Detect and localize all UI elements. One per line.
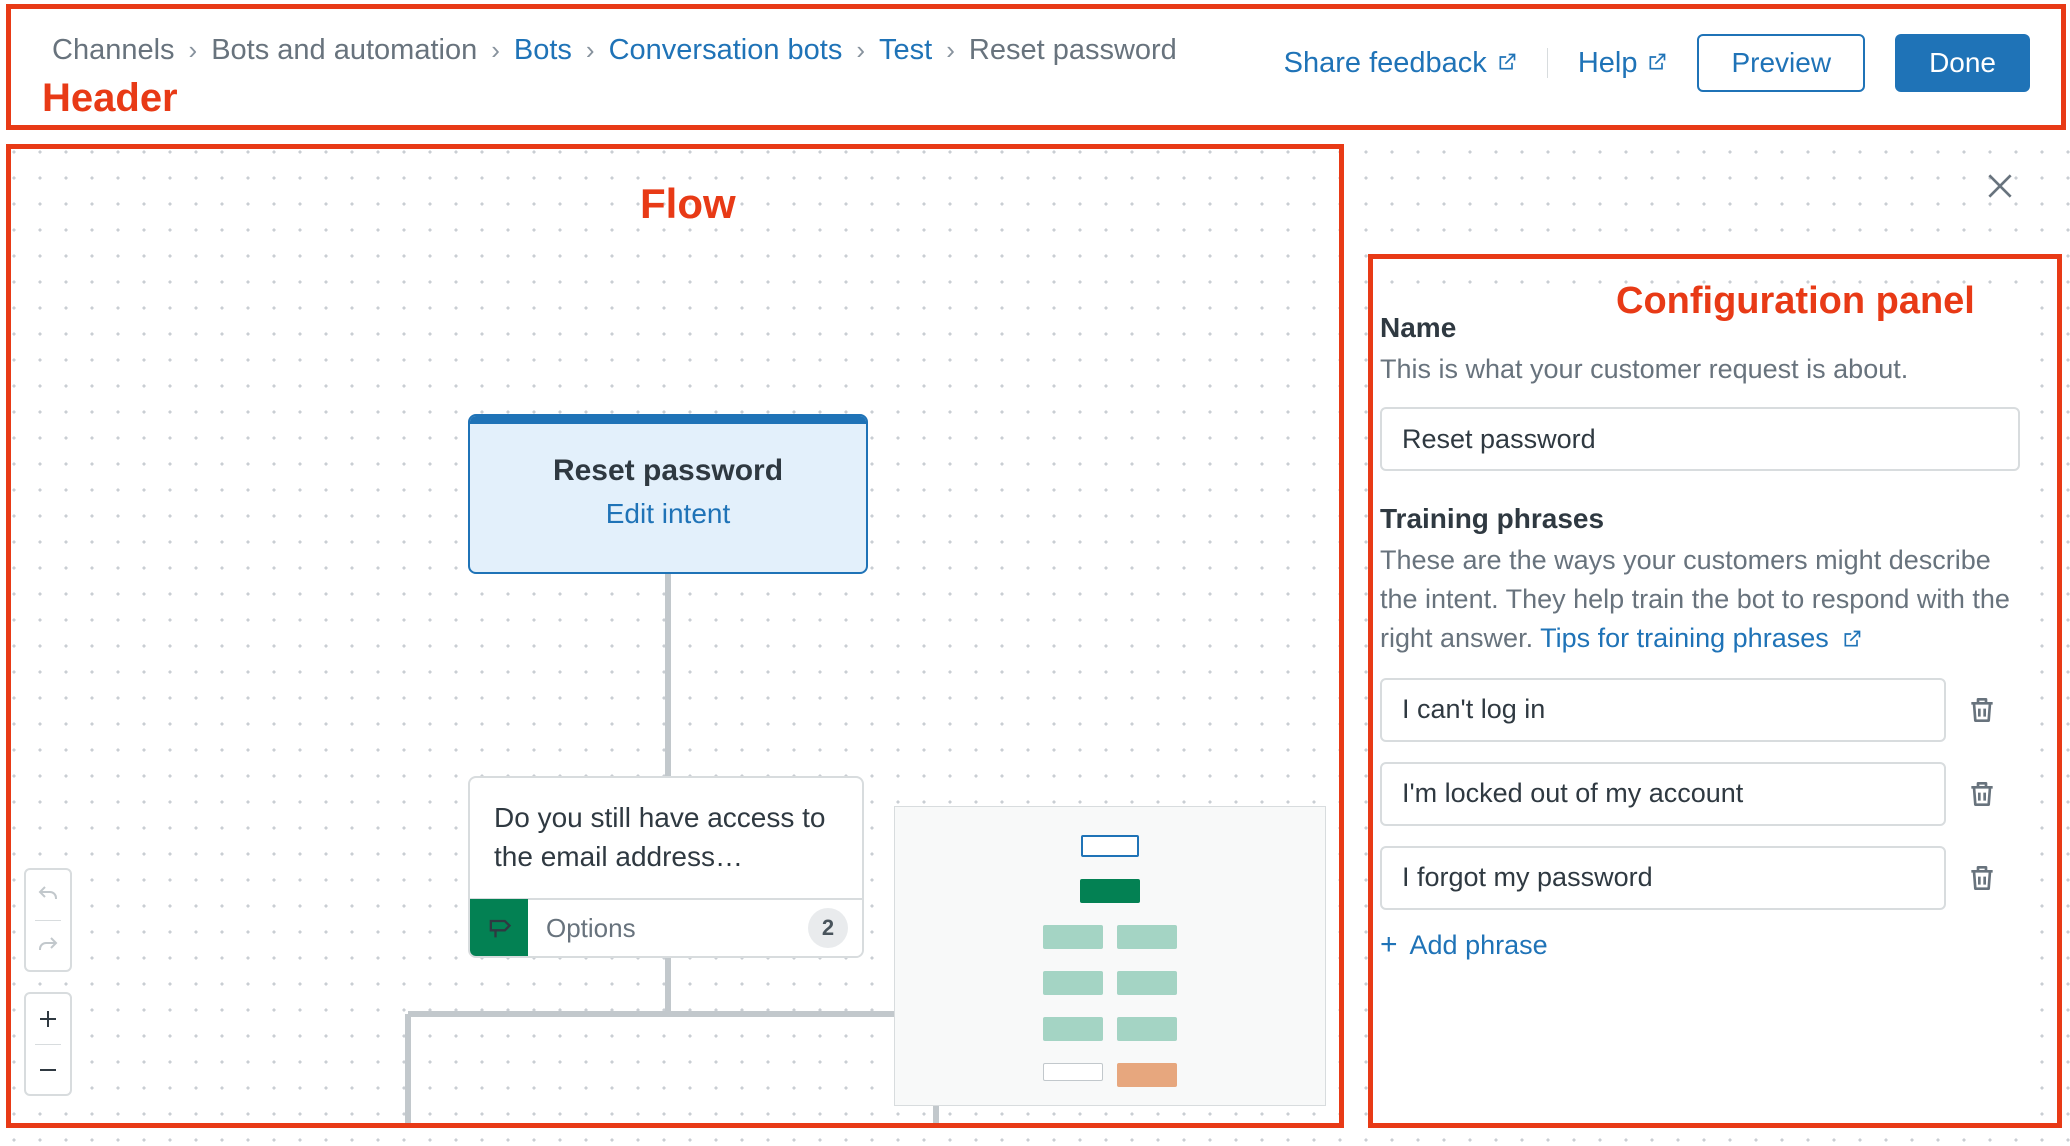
help-link[interactable]: Help xyxy=(1578,47,1668,80)
minimap-node xyxy=(1117,971,1177,995)
undo-icon xyxy=(36,883,60,907)
header: Channels › Bots and automation › Bots › … xyxy=(0,0,2070,130)
zoom-in-button[interactable] xyxy=(26,994,70,1044)
training-tips-label: Tips for training phrases xyxy=(1540,623,1829,653)
minimap-node xyxy=(1080,879,1140,903)
breadcrumb-test[interactable]: Test xyxy=(879,34,932,67)
minus-icon xyxy=(36,1058,60,1082)
signpost-icon xyxy=(470,899,528,957)
redo-button[interactable] xyxy=(26,921,70,971)
external-link-icon xyxy=(1842,621,1862,660)
breadcrumb-bots-automation: Bots and automation xyxy=(211,34,477,67)
breadcrumb-channels: Channels xyxy=(52,34,175,67)
trash-icon xyxy=(1966,694,1998,726)
delete-phrase-button[interactable] xyxy=(1966,778,1998,810)
minimap-node xyxy=(1043,925,1103,949)
zoom-toolbox xyxy=(24,992,72,1096)
intent-node[interactable]: Reset password Edit intent xyxy=(468,414,868,574)
share-feedback-link[interactable]: Share feedback xyxy=(1284,47,1517,80)
delete-phrase-button[interactable] xyxy=(1966,694,1998,726)
message-text: Do you still have access to the email ad… xyxy=(470,778,862,898)
options-label: Options xyxy=(528,913,808,944)
minimap-node xyxy=(1043,1063,1103,1081)
chevron-right-icon: › xyxy=(189,35,198,66)
undo-redo-toolbox xyxy=(24,868,72,972)
minimap[interactable] xyxy=(894,806,1326,1106)
config-panel: Name This is what your customer request … xyxy=(1370,290,2038,1136)
minimap-node xyxy=(1081,835,1139,857)
training-description: These are the ways your customers might … xyxy=(1380,541,2028,660)
minimap-node xyxy=(1043,971,1103,995)
training-tips-link[interactable]: Tips for training phrases xyxy=(1540,623,1862,653)
training-phrase-row xyxy=(1380,846,2028,910)
redo-icon xyxy=(36,934,60,958)
intent-name-input[interactable] xyxy=(1380,407,2020,471)
zoom-out-button[interactable] xyxy=(26,1045,70,1095)
name-description: This is what your customer request is ab… xyxy=(1380,350,2028,389)
add-phrase-button[interactable]: + Add phrase xyxy=(1380,930,2028,961)
training-section: Training phrases These are the ways your… xyxy=(1380,503,2028,961)
done-button[interactable]: Done xyxy=(1895,34,2030,92)
minimap-node xyxy=(1117,1017,1177,1041)
name-label: Name xyxy=(1380,312,2028,344)
external-link-icon xyxy=(1497,47,1517,80)
training-phrase-row xyxy=(1380,762,2028,826)
header-actions: Share feedback Help Preview Done xyxy=(1284,34,2030,92)
share-feedback-label: Share feedback xyxy=(1284,47,1487,80)
trash-icon xyxy=(1966,778,1998,810)
chevron-right-icon: › xyxy=(856,35,865,66)
training-phrase-row xyxy=(1380,678,2028,742)
breadcrumbs: Channels › Bots and automation › Bots › … xyxy=(52,34,1177,67)
delete-phrase-button[interactable] xyxy=(1966,862,1998,894)
message-node[interactable]: Do you still have access to the email ad… xyxy=(468,776,864,958)
trash-icon xyxy=(1966,862,1998,894)
training-phrase-input[interactable] xyxy=(1380,846,1946,910)
chevron-right-icon: › xyxy=(946,35,955,66)
options-count-badge: 2 xyxy=(808,908,848,948)
minimap-node xyxy=(1117,925,1177,949)
edit-intent-link[interactable]: Edit intent xyxy=(470,498,866,530)
minimap-node xyxy=(1117,1063,1177,1087)
plus-icon xyxy=(36,1007,60,1031)
plus-icon: + xyxy=(1380,930,1398,960)
chevron-right-icon: › xyxy=(491,35,500,66)
preview-button[interactable]: Preview xyxy=(1697,34,1865,92)
name-section: Name This is what your customer request … xyxy=(1380,312,2028,471)
help-label: Help xyxy=(1578,47,1638,80)
breadcrumb-bots[interactable]: Bots xyxy=(514,34,572,67)
breadcrumb-conversation-bots[interactable]: Conversation bots xyxy=(609,34,843,67)
training-phrase-input[interactable] xyxy=(1380,678,1946,742)
training-phrase-input[interactable] xyxy=(1380,762,1946,826)
minimap-node xyxy=(1043,1017,1103,1041)
close-panel-button[interactable] xyxy=(1984,170,2016,202)
add-phrase-label: Add phrase xyxy=(1410,930,1548,961)
training-label: Training phrases xyxy=(1380,503,2028,535)
undo-button[interactable] xyxy=(26,870,70,920)
chevron-right-icon: › xyxy=(586,35,595,66)
breadcrumb-current: Reset password xyxy=(969,34,1177,67)
intent-title: Reset password xyxy=(470,454,866,488)
external-link-icon xyxy=(1647,47,1667,80)
header-divider xyxy=(1547,48,1548,78)
message-options-row[interactable]: Options 2 xyxy=(470,898,862,956)
close-icon xyxy=(1984,170,2016,202)
intent-accent-bar xyxy=(470,416,866,424)
